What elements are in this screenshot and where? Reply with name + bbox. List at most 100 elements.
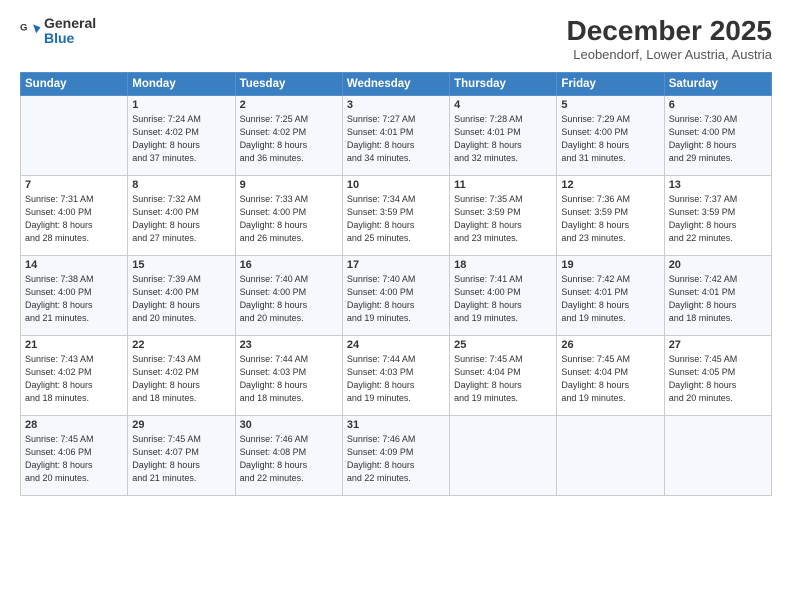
logo-icon: G: [20, 20, 42, 42]
day-info: Sunrise: 7:30 AMSunset: 4:00 PMDaylight:…: [669, 113, 767, 165]
day-info: Sunrise: 7:40 AMSunset: 4:00 PMDaylight:…: [347, 273, 445, 325]
day-cell: 22 Sunrise: 7:43 AMSunset: 4:02 PMDayligh…: [128, 335, 235, 415]
day-cell: 17 Sunrise: 7:40 AMSunset: 4:00 PMDayligh…: [342, 255, 449, 335]
logo-text: General Blue: [44, 16, 96, 47]
day-cell: [21, 95, 128, 175]
day-info: Sunrise: 7:45 AMSunset: 4:04 PMDaylight:…: [454, 353, 552, 405]
day-cell: 25 Sunrise: 7:45 AMSunset: 4:04 PMDayligh…: [450, 335, 557, 415]
day-cell: 9 Sunrise: 7:33 AMSunset: 4:00 PMDaylight…: [235, 175, 342, 255]
page: G General Blue December 2025 Leobendorf,…: [0, 0, 792, 612]
day-cell: 26Sunrise: 7:45 AMSunset: 4:04 PMDayligh…: [557, 335, 664, 415]
day-info: Sunrise: 7:43 AMSunset: 4:02 PMDaylight:…: [25, 353, 123, 405]
day-number: 24: [347, 339, 445, 351]
day-cell: 5 Sunrise: 7:29 AMSunset: 4:00 PMDaylight…: [557, 95, 664, 175]
day-info: Sunrise: 7:37 AMSunset: 3:59 PMDaylight:…: [669, 193, 767, 245]
day-info: Sunrise: 7:29 AMSunset: 4:00 PMDaylight:…: [561, 113, 659, 165]
day-number: 29: [132, 419, 230, 431]
day-number: 4: [454, 99, 552, 111]
day-cell: 21 Sunrise: 7:43 AMSunset: 4:02 PMDayligh…: [21, 335, 128, 415]
calendar-table: SundayMondayTuesdayWednesdayThursdayFrid…: [20, 72, 772, 496]
day-number: 18: [454, 259, 552, 271]
day-info: Sunrise: 7:28 AMSunset: 4:01 PMDaylight:…: [454, 113, 552, 165]
day-info: Sunrise: 7:36 AMSunset: 3:59 PMDaylight:…: [561, 193, 659, 245]
logo: G General Blue: [20, 16, 96, 47]
day-number: 22: [132, 339, 230, 351]
day-info: Sunrise: 7:39 AMSunset: 4:00 PMDaylight:…: [132, 273, 230, 325]
day-number: 17: [347, 259, 445, 271]
day-cell: [557, 415, 664, 495]
day-cell: [664, 415, 771, 495]
day-cell: 2 Sunrise: 7:25 AMSunset: 4:02 PMDaylight…: [235, 95, 342, 175]
week-row-5: 28Sunrise: 7:45 AMSunset: 4:06 PMDayligh…: [21, 415, 772, 495]
day-cell: 3Sunrise: 7:27 AMSunset: 4:01 PMDaylight…: [342, 95, 449, 175]
day-number: 28: [25, 419, 123, 431]
day-number: 1: [132, 99, 230, 111]
day-info: Sunrise: 7:45 AMSunset: 4:04 PMDaylight:…: [561, 353, 659, 405]
day-cell: 19 Sunrise: 7:42 AMSunset: 4:01 PMDayligh…: [557, 255, 664, 335]
week-row-3: 14 Sunrise: 7:38 AMSunset: 4:00 PMDayligh…: [21, 255, 772, 335]
day-cell: 6 Sunrise: 7:30 AMSunset: 4:00 PMDaylight…: [664, 95, 771, 175]
day-info: Sunrise: 7:42 AMSunset: 4:01 PMDaylight:…: [561, 273, 659, 325]
day-info: Sunrise: 7:41 AMSunset: 4:00 PMDaylight:…: [454, 273, 552, 325]
header-cell-sunday: Sunday: [21, 72, 128, 95]
day-info: Sunrise: 7:31 AMSunset: 4:00 PMDaylight:…: [25, 193, 123, 245]
day-info: Sunrise: 7:44 AMSunset: 4:03 PMDaylight:…: [240, 353, 338, 405]
day-cell: 29 Sunrise: 7:45 AMSunset: 4:07 PMDayligh…: [128, 415, 235, 495]
day-info: Sunrise: 7:35 AMSunset: 3:59 PMDaylight:…: [454, 193, 552, 245]
day-number: 5: [561, 99, 659, 111]
day-info: Sunrise: 7:46 AMSunset: 4:09 PMDaylight:…: [347, 433, 445, 485]
day-info: Sunrise: 7:38 AMSunset: 4:00 PMDaylight:…: [25, 273, 123, 325]
day-number: 19: [561, 259, 659, 271]
day-number: 21: [25, 339, 123, 351]
day-cell: 15 Sunrise: 7:39 AMSunset: 4:00 PMDayligh…: [128, 255, 235, 335]
header-row: SundayMondayTuesdayWednesdayThursdayFrid…: [21, 72, 772, 95]
day-cell: 8 Sunrise: 7:32 AMSunset: 4:00 PMDaylight…: [128, 175, 235, 255]
day-info: Sunrise: 7:45 AMSunset: 4:07 PMDaylight:…: [132, 433, 230, 485]
day-number: 16: [240, 259, 338, 271]
header-cell-tuesday: Tuesday: [235, 72, 342, 95]
header-cell-saturday: Saturday: [664, 72, 771, 95]
day-number: 3: [347, 99, 445, 111]
day-number: 6: [669, 99, 767, 111]
week-row-2: 7 Sunrise: 7:31 AMSunset: 4:00 PMDaylight…: [21, 175, 772, 255]
day-info: Sunrise: 7:25 AMSunset: 4:02 PMDaylight:…: [240, 113, 338, 165]
day-info: Sunrise: 7:33 AMSunset: 4:00 PMDaylight:…: [240, 193, 338, 245]
day-cell: 16 Sunrise: 7:40 AMSunset: 4:00 PMDayligh…: [235, 255, 342, 335]
svg-text:G: G: [20, 23, 27, 34]
header-cell-wednesday: Wednesday: [342, 72, 449, 95]
day-number: 23: [240, 339, 338, 351]
day-info: Sunrise: 7:34 AMSunset: 3:59 PMDaylight:…: [347, 193, 445, 245]
day-cell: 27Sunrise: 7:45 AMSunset: 4:05 PMDayligh…: [664, 335, 771, 415]
day-number: 7: [25, 179, 123, 191]
day-info: Sunrise: 7:24 AMSunset: 4:02 PMDaylight:…: [132, 113, 230, 165]
day-info: Sunrise: 7:45 AMSunset: 4:05 PMDaylight:…: [669, 353, 767, 405]
day-number: 12: [561, 179, 659, 191]
day-cell: 23 Sunrise: 7:44 AMSunset: 4:03 PMDayligh…: [235, 335, 342, 415]
day-cell: 1 Sunrise: 7:24 AMSunset: 4:02 PMDaylight…: [128, 95, 235, 175]
day-cell: 24 Sunrise: 7:44 AMSunset: 4:03 PMDayligh…: [342, 335, 449, 415]
day-cell: 20Sunrise: 7:42 AMSunset: 4:01 PMDayligh…: [664, 255, 771, 335]
day-cell: 28Sunrise: 7:45 AMSunset: 4:06 PMDayligh…: [21, 415, 128, 495]
day-number: 15: [132, 259, 230, 271]
day-number: 10: [347, 179, 445, 191]
week-row-4: 21 Sunrise: 7:43 AMSunset: 4:02 PMDayligh…: [21, 335, 772, 415]
day-number: 20: [669, 259, 767, 271]
day-number: 2: [240, 99, 338, 111]
day-number: 13: [669, 179, 767, 191]
header: G General Blue December 2025 Leobendorf,…: [20, 16, 772, 62]
day-info: Sunrise: 7:32 AMSunset: 4:00 PMDaylight:…: [132, 193, 230, 245]
day-cell: 31Sunrise: 7:46 AMSunset: 4:09 PMDayligh…: [342, 415, 449, 495]
location-title: Leobendorf, Lower Austria, Austria: [567, 47, 772, 62]
day-info: Sunrise: 7:44 AMSunset: 4:03 PMDaylight:…: [347, 353, 445, 405]
day-cell: 7 Sunrise: 7:31 AMSunset: 4:00 PMDaylight…: [21, 175, 128, 255]
day-info: Sunrise: 7:43 AMSunset: 4:02 PMDaylight:…: [132, 353, 230, 405]
day-number: 25: [454, 339, 552, 351]
day-number: 9: [240, 179, 338, 191]
month-title: December 2025: [567, 16, 772, 47]
day-cell: 18 Sunrise: 7:41 AMSunset: 4:00 PMDayligh…: [450, 255, 557, 335]
header-cell-thursday: Thursday: [450, 72, 557, 95]
day-info: Sunrise: 7:40 AMSunset: 4:00 PMDaylight:…: [240, 273, 338, 325]
day-cell: 4 Sunrise: 7:28 AMSunset: 4:01 PMDaylight…: [450, 95, 557, 175]
day-number: 8: [132, 179, 230, 191]
day-number: 14: [25, 259, 123, 271]
